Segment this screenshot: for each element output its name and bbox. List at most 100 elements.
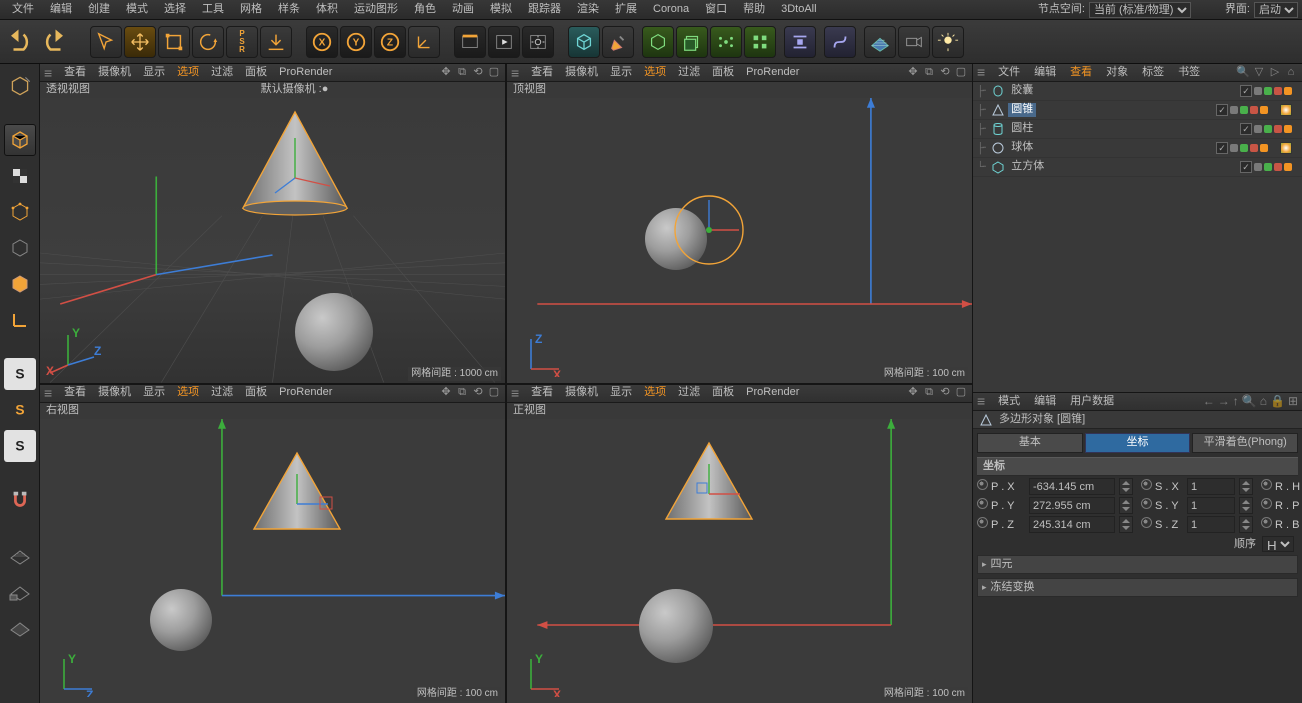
om-tags[interactable]: 标签 — [1135, 66, 1171, 79]
menu-sim[interactable]: 模拟 — [482, 0, 520, 19]
rotate-tool-button[interactable] — [192, 26, 224, 58]
menu-ext[interactable]: 扩展 — [607, 0, 645, 19]
object-name[interactable]: 圆柱 — [1008, 122, 1036, 135]
menu-mode[interactable]: 模式 — [118, 0, 156, 19]
phong-tag-icon[interactable] — [1280, 104, 1292, 116]
magnet-button[interactable] — [4, 484, 36, 516]
render-view-button[interactable] — [454, 26, 486, 58]
vp-menu-view[interactable]: 查看 — [58, 66, 92, 79]
pz-spinner[interactable] — [1119, 516, 1133, 533]
menu-file[interactable]: 文件 — [4, 0, 42, 19]
om-obj[interactable]: 对象 — [1099, 66, 1135, 79]
edge-mode-button[interactable] — [4, 268, 36, 300]
om-edit[interactable]: 编辑 — [1027, 66, 1063, 79]
menu-select[interactable]: 选择 — [156, 0, 194, 19]
am-mode[interactable]: 模式 — [991, 395, 1027, 408]
object-row-cone[interactable]: ├╴ 圆锥 ✓ — [973, 101, 1302, 120]
render-settings-button[interactable] — [522, 26, 554, 58]
subdivision-button[interactable] — [642, 26, 674, 58]
menu-mograph[interactable]: 运动图形 — [346, 0, 406, 19]
menu-tracker[interactable]: 跟踪器 — [520, 0, 569, 19]
viewport-perspective[interactable]: ≡ 查看 摄像机 显示 选项 过滤 面板 ProRender ✥ ⧉ ⟲ ▢ 透… — [40, 64, 505, 383]
workplane-grid2[interactable] — [4, 574, 36, 606]
nav-back-icon[interactable]: ← — [1203, 394, 1215, 408]
x-axis-toggle[interactable]: X — [306, 26, 338, 58]
menu-volume[interactable]: 体积 — [308, 0, 346, 19]
deformer-button[interactable] — [824, 26, 856, 58]
layer-chk[interactable]: ✓ — [1240, 85, 1252, 97]
am-edit[interactable]: 编辑 — [1027, 395, 1063, 408]
hamburger-icon[interactable]: ≡ — [511, 66, 525, 80]
py-spinner[interactable] — [1119, 497, 1133, 514]
object-name[interactable]: 立方体 — [1008, 160, 1047, 173]
sx-input[interactable] — [1187, 478, 1235, 495]
redo-button[interactable] — [38, 28, 68, 56]
nav-up-icon[interactable]: ↑ — [1233, 394, 1239, 408]
object-row-sphere[interactable]: ├╴ 球体 ✓ — [973, 139, 1302, 158]
scale-tool-button[interactable] — [158, 26, 190, 58]
model-mode-button[interactable] — [4, 124, 36, 156]
sz-spinner[interactable] — [1239, 516, 1253, 533]
sy-input[interactable] — [1187, 497, 1235, 514]
object-row-capsule[interactable]: ├╴ 胶囊 ✓ — [973, 82, 1302, 101]
menu-anim[interactable]: 动画 — [444, 0, 482, 19]
vp-menu-panel[interactable]: 面板 — [239, 66, 273, 79]
object-name[interactable]: 球体 — [1008, 141, 1036, 154]
sz-input[interactable] — [1187, 516, 1235, 533]
move-tool-button[interactable] — [124, 26, 156, 58]
vp-zoom-icon[interactable]: ⧉ — [455, 66, 469, 80]
hamburger-icon[interactable]: ≡ — [44, 66, 58, 80]
menu-create[interactable]: 创建 — [80, 0, 118, 19]
menu-help[interactable]: 帮助 — [735, 0, 773, 19]
workplane-button[interactable] — [4, 196, 36, 228]
tab-phong[interactable]: 平滑着色(Phong) — [1192, 433, 1298, 453]
tab-basic[interactable]: 基本 — [977, 433, 1083, 453]
coord-system-button[interactable] — [408, 26, 440, 58]
vp-rot-icon[interactable]: ⟲ — [471, 66, 485, 80]
px-input[interactable] — [1029, 478, 1115, 495]
nav-fwd-icon[interactable]: → — [1218, 394, 1230, 408]
viewport-right[interactable]: ≡ 查看 摄像机 显示 选项 过滤 面板 ProRender ✥⧉⟲▢ 右视图 — [40, 385, 505, 703]
viewport-top[interactable]: ≡ 查看 摄像机 显示 选项 过滤 面板 ProRender ✥⧉⟲▢ 顶视图 — [507, 64, 972, 383]
align-button[interactable] — [784, 26, 816, 58]
vp-max-icon[interactable]: ▢ — [487, 66, 501, 80]
menu-spline[interactable]: 样条 — [270, 0, 308, 19]
primitive-button[interactable] — [568, 26, 600, 58]
object-name[interactable]: 圆锥 — [1008, 103, 1036, 116]
nav-lock-icon[interactable]: 🔒 — [1270, 394, 1285, 408]
object-tree[interactable]: ├╴ 胶囊 ✓ ├╴ 圆锥 ✓ ├╴ 圆柱 ✓ ├╴ 球体 ✓ — [973, 82, 1302, 392]
vp-menu-filter[interactable]: 过滤 — [205, 66, 239, 79]
am-user[interactable]: 用户数据 — [1063, 395, 1121, 408]
y-axis-toggle[interactable]: Y — [340, 26, 372, 58]
order-select[interactable]: H — [1262, 536, 1294, 552]
menu-mesh[interactable]: 网格 — [232, 0, 270, 19]
menu-edit[interactable]: 编辑 — [42, 0, 80, 19]
py-input[interactable] — [1029, 497, 1115, 514]
texture-mode-button[interactable] — [4, 160, 36, 192]
path-icon[interactable]: ▷ — [1268, 66, 1282, 80]
menu-tool[interactable]: 工具 — [194, 0, 232, 19]
sy-spinner[interactable] — [1239, 497, 1253, 514]
px-spinner[interactable] — [1119, 478, 1133, 495]
nodespace-select[interactable]: 当前 (标准/物理) — [1089, 2, 1191, 18]
hamburger-icon[interactable]: ≡ — [977, 64, 991, 81]
menu-corona[interactable]: Corona — [645, 0, 697, 19]
om-view[interactable]: 查看 — [1063, 66, 1099, 79]
object-row-cylinder[interactable]: ├╴ 圆柱 ✓ — [973, 120, 1302, 139]
tab-coord[interactable]: 坐标 — [1085, 433, 1191, 453]
filter-icon[interactable]: ▽ — [1252, 66, 1266, 80]
workplane-grid3[interactable] — [4, 610, 36, 642]
psr-button[interactable]: PSR — [226, 26, 258, 58]
object-row-cube[interactable]: └╴ 立方体 ✓ — [973, 158, 1302, 177]
phong-tag-icon[interactable] — [1280, 142, 1292, 154]
live-selection-button[interactable] — [90, 26, 122, 58]
viewport-front[interactable]: ≡ 查看 摄像机 显示 选项 过滤 面板 ProRender ✥⧉⟲▢ 正视图 — [507, 385, 972, 703]
fold-quaternion[interactable]: ▸四元 — [977, 555, 1298, 574]
menu-render[interactable]: 渲染 — [569, 0, 607, 19]
object-name[interactable]: 胶囊 — [1008, 84, 1036, 97]
vp-menu-camera[interactable]: 摄像机 — [92, 66, 137, 79]
place-tool-button[interactable] — [260, 26, 292, 58]
nav-home-icon[interactable]: ⌂ — [1260, 394, 1267, 408]
layout-select[interactable]: 启动 — [1254, 2, 1298, 18]
vp-menu-options[interactable]: 选项 — [171, 66, 205, 79]
